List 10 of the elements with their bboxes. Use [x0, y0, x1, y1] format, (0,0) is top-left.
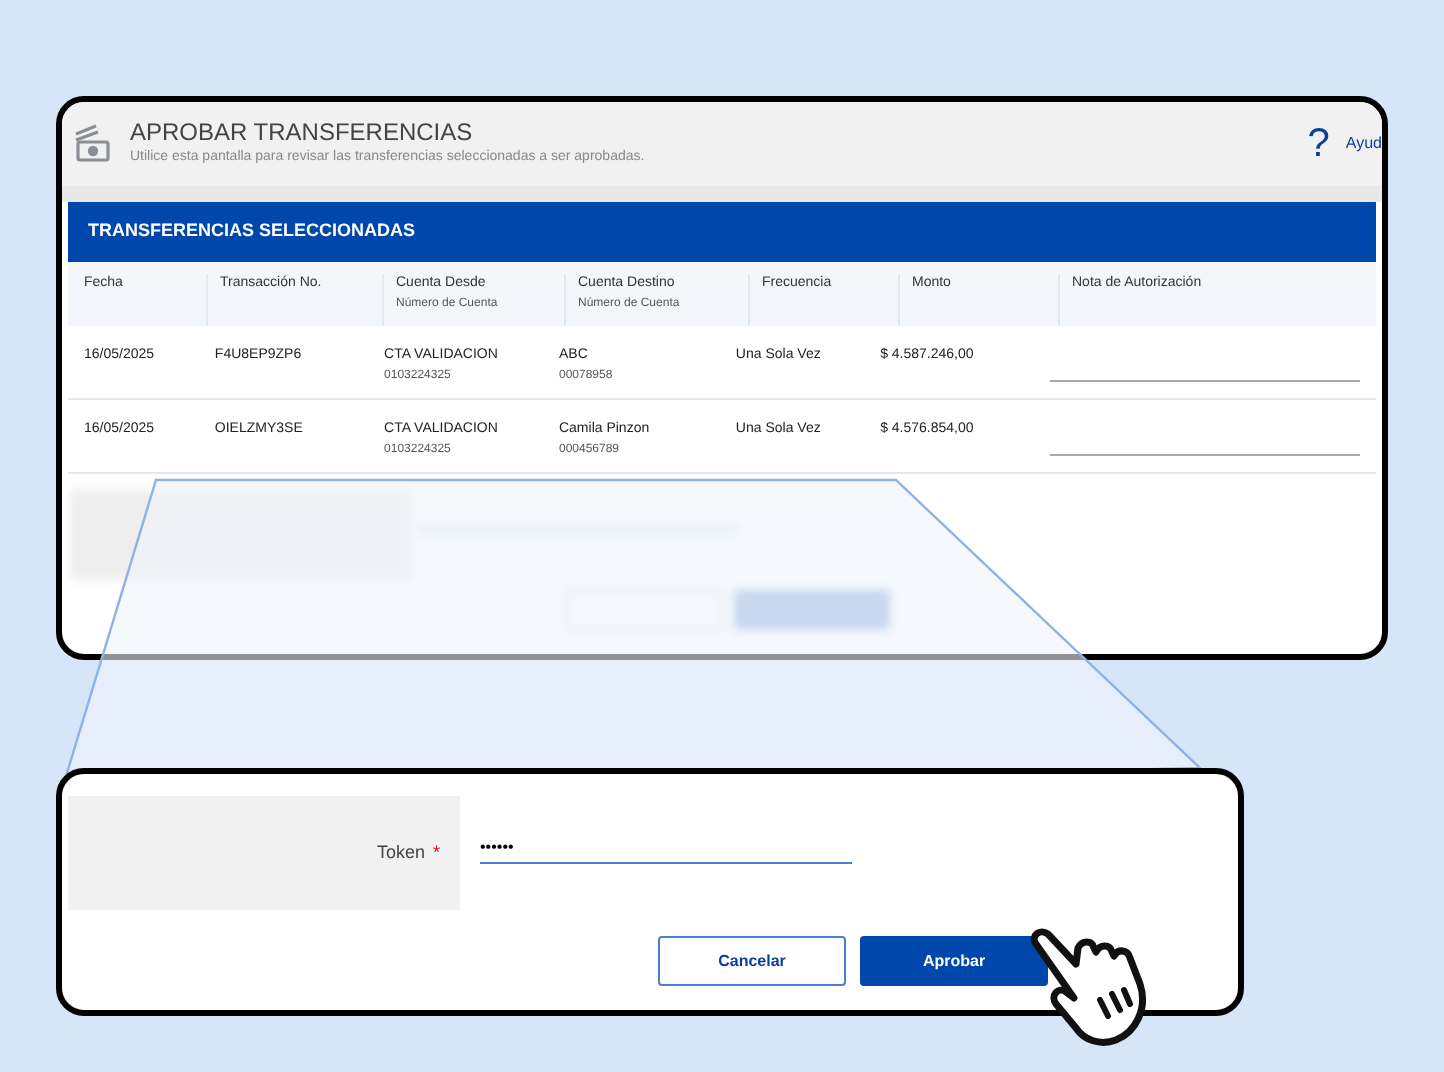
section-title: TRANSFERENCIAS SELECCIONADAS: [88, 218, 416, 245]
cancel-button[interactable]: Cancelar: [658, 936, 846, 986]
required-mark: *: [432, 839, 440, 866]
page-title: APROBAR TRANSFERENCIAS: [130, 118, 475, 149]
token-label: Token: [376, 839, 425, 866]
help-link[interactable]: Ayud: [1345, 132, 1382, 156]
help-icon[interactable]: ?: [1307, 124, 1330, 164]
token-field[interactable]: ••••••: [480, 831, 852, 863]
money-icon: [70, 122, 114, 166]
approve-button[interactable]: Aprobar: [860, 936, 1048, 986]
